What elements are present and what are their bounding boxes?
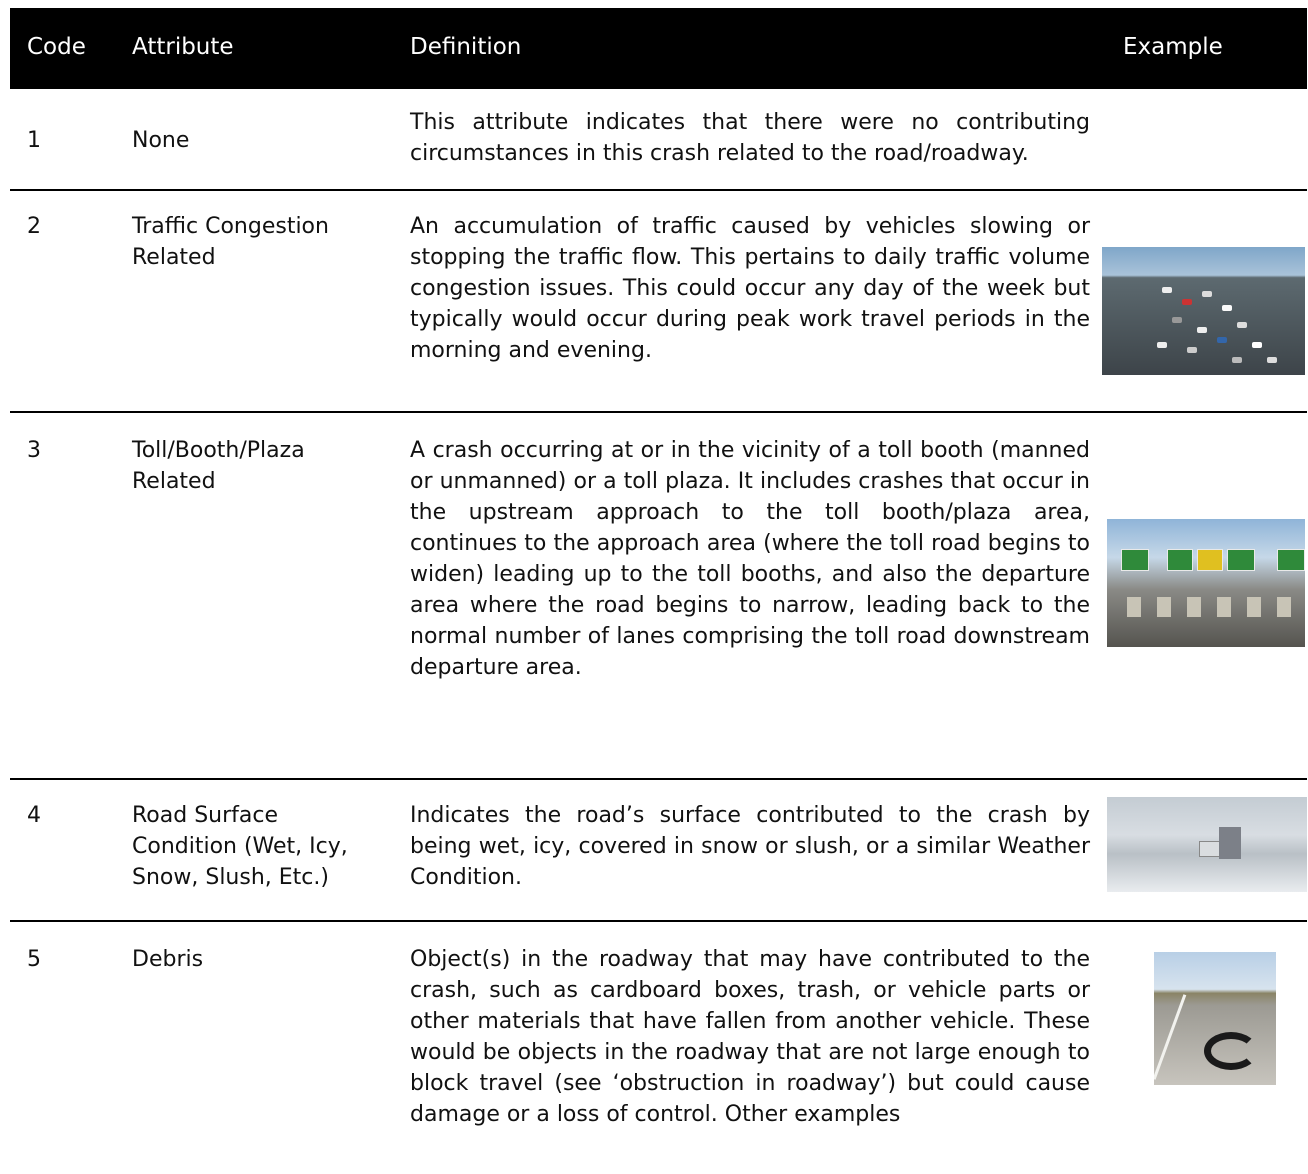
table-row: 2 Traffic Congestion Related An accumula… — [10, 191, 1307, 413]
row-attribute: None — [132, 128, 190, 153]
row-definition: An accumulation of traffic caused by veh… — [410, 214, 1090, 363]
row-attribute: Toll/Booth/Plaza Related — [132, 438, 305, 494]
row-code: 5 — [27, 947, 41, 972]
table-row: 3 Toll/Booth/Plaza Related A crash occur… — [10, 413, 1307, 780]
row-attribute: Road Surface Condition (Wet, Icy, Snow, … — [132, 803, 348, 890]
row-code: 3 — [27, 438, 41, 463]
table-row: 4 Road Surface Condition (Wet, Icy, Snow… — [10, 780, 1307, 922]
attribute-table: Code Attribute Definition Example 1 None… — [10, 8, 1307, 1174]
row-code: 4 — [27, 803, 41, 828]
table-header: Code Attribute Definition Example — [10, 8, 1307, 89]
table-row: 5 Debris Object(s) in the roadway that m… — [10, 922, 1307, 1174]
row-definition: Object(s) in the roadway that may have c… — [410, 947, 1090, 1127]
row-code: 1 — [27, 128, 41, 153]
row-definition: This attribute indicates that there were… — [410, 110, 1090, 166]
header-definition: Definition — [410, 34, 522, 60]
road-debris-image — [1154, 952, 1276, 1085]
row-definition: Indicates the road’s surface contributed… — [410, 803, 1090, 890]
header-code: Code — [27, 34, 86, 60]
row-definition: A crash occurring at or in the vicinity … — [410, 438, 1090, 680]
traffic-congestion-image — [1102, 247, 1305, 375]
row-attribute: Traffic Congestion Related — [132, 214, 329, 270]
toll-plaza-image — [1107, 519, 1305, 647]
header-attribute: Attribute — [132, 34, 234, 60]
header-example: Example — [1123, 34, 1223, 60]
snowy-road-image — [1107, 797, 1307, 892]
row-attribute: Debris — [132, 947, 204, 972]
row-code: 2 — [27, 214, 41, 239]
table-row: 1 None This attribute indicates that the… — [10, 89, 1307, 191]
